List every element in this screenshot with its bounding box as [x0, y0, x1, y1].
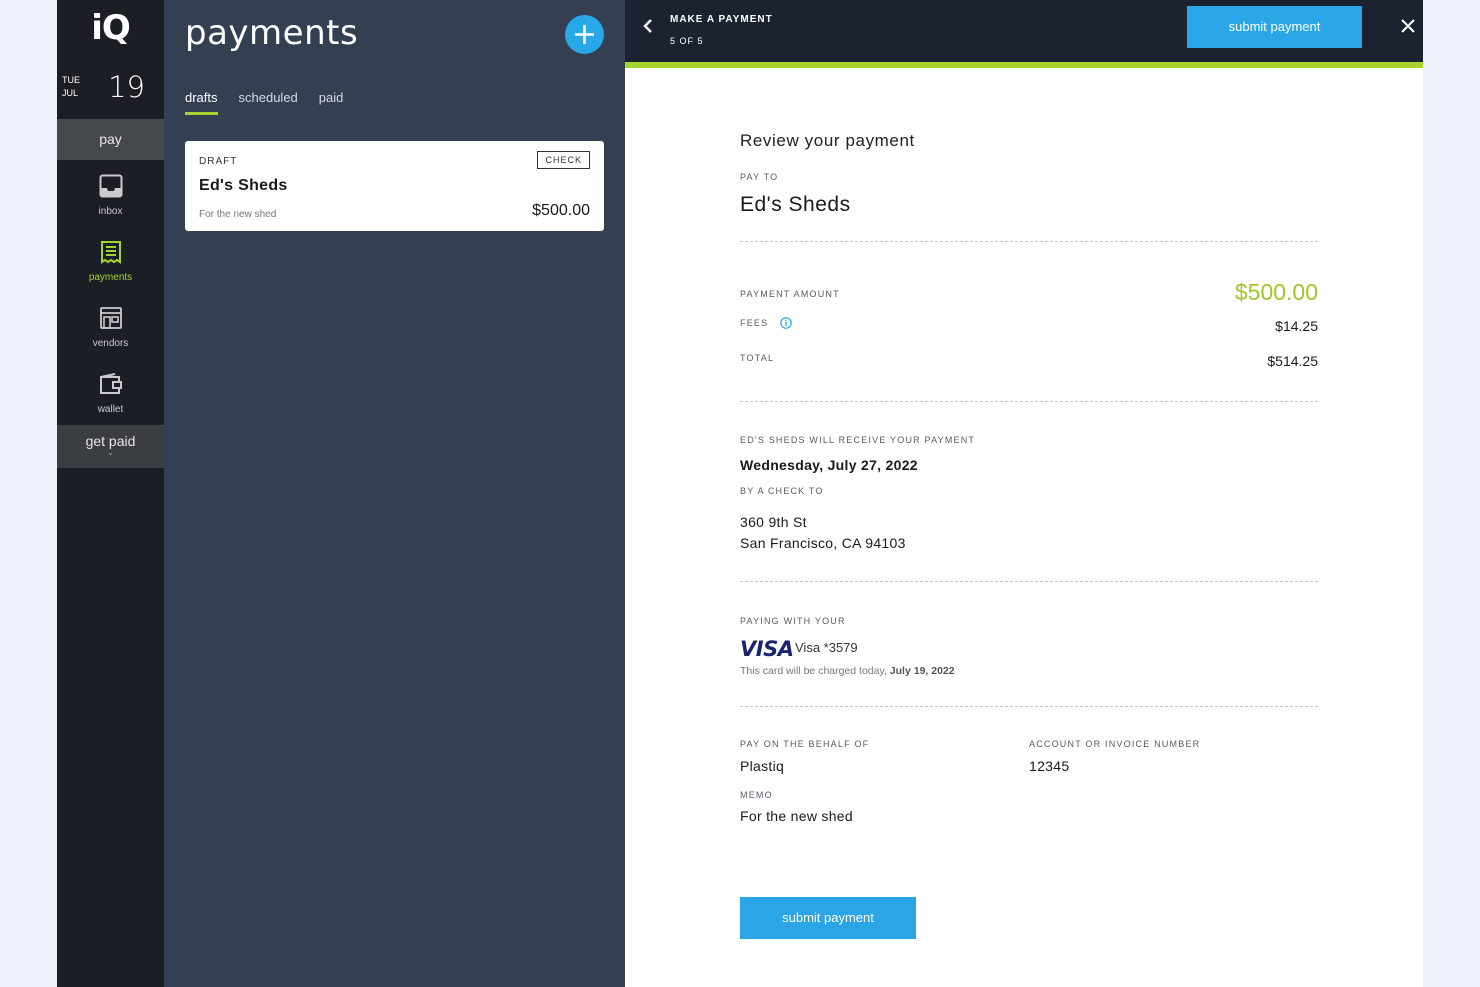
chevron-left-icon[interactable] [640, 17, 656, 35]
nav-section-pay[interactable]: pay [57, 119, 164, 160]
address-line1: 360 9th St [740, 514, 807, 530]
card-memo: For the new shed [199, 209, 277, 220]
account-value: 12345 [1029, 758, 1070, 774]
card-vendor-name: Ed's Sheds [199, 177, 288, 194]
tab-paid[interactable]: paid [319, 90, 344, 111]
page-title: payments [185, 13, 359, 53]
nav-item-label: vendors [92, 338, 129, 349]
payments-tabs: drafts scheduled paid [185, 90, 344, 115]
wizard-header: MAKE A PAYMENT 5 OF 5 submit payment [625, 0, 1423, 68]
info-icon[interactable] [780, 317, 792, 329]
nav-item-label: inbox [98, 206, 123, 217]
tab-scheduled[interactable]: scheduled [239, 90, 298, 111]
method-label: BY A CHECK TO [740, 486, 824, 496]
fees-value: $14.25 [1275, 318, 1318, 334]
pay-to-value: Ed's Sheds [740, 193, 851, 216]
submit-payment-button-top[interactable]: submit payment [1187, 6, 1362, 48]
add-payment-button[interactable] [565, 15, 604, 54]
divider [740, 241, 1318, 242]
card-status: DRAFT [199, 156, 238, 167]
receipt-icon [100, 241, 121, 264]
behalf-label: PAY ON THE BEHALF OF [740, 739, 870, 749]
receive-label: ED'S SHEDS WILL RECEIVE YOUR PAYMENT [740, 435, 976, 445]
memo-value: For the new shed [740, 808, 853, 824]
date-month: JUL [62, 88, 79, 98]
divider [740, 581, 1318, 582]
nav-item-vendors[interactable]: vendors [57, 306, 164, 366]
wallet-icon [99, 373, 122, 394]
close-icon[interactable] [1400, 18, 1416, 34]
plus-icon [575, 25, 594, 44]
date-day: 19 [108, 70, 145, 104]
nav-section-get-paid[interactable]: get paid ⌄ [57, 425, 164, 468]
divider [740, 706, 1318, 707]
pay-to-label: PAY TO [740, 172, 779, 182]
left-nav: iQ TUE JUL 19 pay inbox payments vendors… [57, 0, 164, 987]
receive-date: Wednesday, July 27, 2022 [740, 457, 918, 473]
card-method-badge: CHECK [537, 151, 590, 169]
nav-item-label: wallet [97, 404, 124, 415]
nav-item-payments[interactable]: payments [57, 240, 164, 300]
total-value: $514.25 [1267, 353, 1318, 369]
fees-label: FEES [740, 318, 769, 328]
date-display: TUE JUL 19 [62, 70, 159, 104]
payment-amount-label: PAYMENT AMOUNT [740, 289, 840, 299]
account-label: ACCOUNT OR INVOICE NUMBER [1029, 739, 1201, 749]
charge-note-text: This card will be charged today, [740, 665, 890, 677]
payment-review-panel: MAKE A PAYMENT 5 OF 5 submit payment Rev… [625, 0, 1423, 987]
wizard-step: 5 OF 5 [670, 36, 704, 46]
nav-item-label: payments [88, 272, 133, 283]
address-line2: San Francisco, CA 94103 [740, 535, 906, 551]
app-logo[interactable]: iQ [57, 8, 164, 48]
visa-logo-icon: VISA [740, 637, 794, 661]
nav-item-inbox[interactable]: inbox [57, 174, 164, 234]
card-description: Visa *3579 [795, 640, 858, 655]
nav-item-wallet[interactable]: wallet [57, 372, 164, 432]
paying-with-label: PAYING WITH YOUR [740, 616, 846, 626]
wizard-title: MAKE A PAYMENT [670, 14, 773, 25]
memo-label: MEMO [740, 790, 773, 800]
payments-list-panel: payments drafts scheduled paid DRAFT CHE… [164, 0, 625, 987]
charge-note: This card will be charged today, July 19… [740, 665, 955, 677]
inbox-icon [99, 174, 122, 198]
storefront-icon [99, 307, 122, 329]
chevron-down-icon: ⌄ [107, 448, 114, 457]
nav-section-label: get paid [85, 433, 136, 449]
payment-amount-value: $500.00 [1234, 279, 1318, 305]
tab-drafts[interactable]: drafts [185, 90, 218, 115]
total-label: TOTAL [740, 353, 775, 363]
payment-card[interactable]: DRAFT CHECK Ed's Sheds For the new shed … [185, 141, 604, 231]
behalf-value: Plastiq [740, 758, 785, 774]
card-amount: $500.00 [532, 202, 590, 219]
progress-bar [625, 62, 1423, 68]
review-heading: Review your payment [740, 131, 915, 150]
divider [740, 401, 1318, 402]
charge-note-date: July 19, 2022 [889, 665, 955, 677]
date-weekday: TUE [62, 75, 80, 85]
submit-payment-button[interactable]: submit payment [740, 897, 916, 939]
